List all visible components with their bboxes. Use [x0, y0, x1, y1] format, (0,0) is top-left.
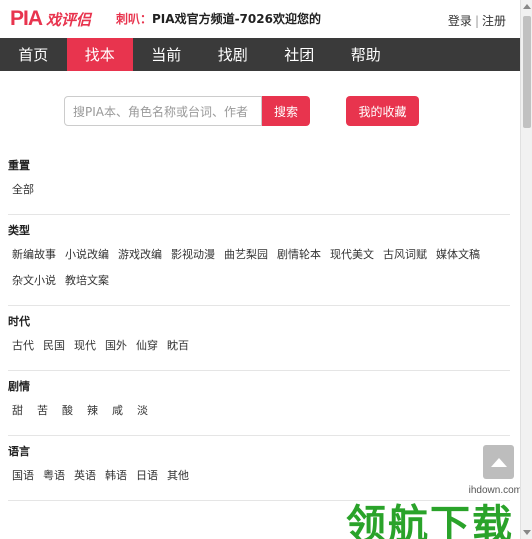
nav-item-find-drama[interactable]: 找剧 — [200, 38, 267, 71]
filter-option[interactable]: 英语 — [74, 466, 96, 486]
announcement-marquee[interactable]: 刺叭：PIA戏官方频道-7026欢迎您的 — [116, 10, 326, 27]
filter-option[interactable]: 咸 — [112, 401, 123, 421]
filter-title: 重置 — [8, 159, 30, 172]
filter-option[interactable]: 仙穿 — [136, 336, 158, 356]
vertical-scrollbar[interactable] — [520, 0, 532, 539]
search-input[interactable]: 搜PIA本、角色名称或台词、作者 — [64, 96, 262, 126]
auth-separator: | — [474, 14, 479, 28]
nav-item-club[interactable]: 社团 — [266, 38, 333, 71]
filter-option[interactable]: 古代 — [12, 336, 34, 356]
marquee-message: PIA戏官方频道-7026欢迎您的 — [152, 12, 321, 26]
filter-option[interactable]: 曲艺梨园 — [224, 245, 268, 265]
nav-item-home[interactable]: 首页 — [0, 38, 67, 71]
back-to-top-button[interactable] — [483, 445, 514, 479]
login-link[interactable]: 登录 — [448, 14, 472, 28]
filter-option[interactable]: 酸 — [62, 401, 73, 421]
filter-option[interactable]: 国语 — [12, 466, 34, 486]
filter-title: 类型 — [8, 224, 30, 237]
filter-title: 时代 — [8, 315, 30, 328]
filter-option[interactable]: 全部 — [12, 180, 34, 200]
filter-option[interactable]: 辣 — [87, 401, 98, 421]
filter-option[interactable]: 韩语 — [105, 466, 127, 486]
filter-option[interactable]: 眈百 — [167, 336, 189, 356]
filter-group-plot: 剧情 甜 苦 酸 辣 咸 淡 — [8, 371, 510, 436]
filter-option[interactable]: 日语 — [136, 466, 158, 486]
site-logo[interactable]: PIA 戏评侣 — [10, 6, 91, 32]
marquee-label: 刺叭： — [116, 12, 153, 26]
filter-title: 剧情 — [8, 380, 30, 393]
filter-option[interactable]: 影视动漫 — [171, 245, 215, 265]
filter-option[interactable]: 教培文案 — [65, 271, 109, 291]
filter-title: 语言 — [8, 445, 30, 458]
filter-option[interactable]: 古风词赋 — [383, 245, 427, 265]
watermark-text: 领航下载 — [346, 502, 514, 539]
filter-option[interactable]: 其他 — [167, 466, 189, 486]
filter-option[interactable]: 粤语 — [43, 466, 65, 486]
filter-group-type: 类型 新编故事 小说改编 游戏改编 影视动漫 曲艺梨园 剧情轮本 现代美文 古风… — [8, 215, 510, 306]
filter-option[interactable]: 杂文小说 — [12, 271, 56, 291]
search-row: 搜PIA本、角色名称或台词、作者 搜索 我的收藏 — [0, 96, 520, 126]
filter-option[interactable]: 现代 — [74, 336, 96, 356]
filter-option[interactable]: 剧情轮本 — [277, 245, 321, 265]
scrollbar-thumb[interactable] — [523, 16, 531, 128]
filter-group-reset: 重置 全部 — [8, 150, 510, 215]
scroll-up-icon[interactable] — [523, 4, 531, 9]
filter-group-era: 时代 古代 民国 现代 国外 仙穿 眈百 — [8, 306, 510, 371]
nav-item-help[interactable]: 帮助 — [333, 38, 400, 71]
filter-option[interactable]: 现代美文 — [330, 245, 374, 265]
filter-option[interactable]: 民国 — [43, 336, 65, 356]
filter-option[interactable]: 小说改编 — [65, 245, 109, 265]
top-header: PIA 戏评侣 刺叭：PIA戏官方频道-7026欢迎您的 登录 | 注册 — [0, 0, 520, 38]
auth-links: 登录 | 注册 — [448, 12, 506, 29]
search-button[interactable]: 搜索 — [262, 96, 310, 126]
logo-cn-text: 戏评侣 — [46, 10, 92, 29]
filter-panel: 重置 全部 类型 新编故事 小说改编 游戏改编 影视动漫 曲艺梨园 剧情轮本 现… — [0, 150, 520, 501]
filter-option[interactable]: 甜 — [12, 401, 23, 421]
watermark: ihdown.com 领航下载 — [346, 480, 526, 539]
filter-option[interactable]: 新编故事 — [12, 245, 56, 265]
logo-pia-text: PIA — [10, 7, 43, 30]
arrow-up-icon — [490, 457, 507, 467]
filter-option[interactable]: 媒体文稿 — [436, 245, 480, 265]
register-link[interactable]: 注册 — [482, 14, 506, 28]
scroll-down-icon[interactable] — [523, 530, 531, 535]
filter-option[interactable]: 游戏改编 — [118, 245, 162, 265]
my-favorites-button[interactable]: 我的收藏 — [346, 96, 419, 126]
filter-option[interactable]: 苦 — [37, 401, 48, 421]
nav-item-find-script[interactable]: 找本 — [66, 38, 133, 71]
main-nav: 首页 找本 当前 找剧 社团 帮助 — [0, 38, 520, 71]
nav-item-current[interactable]: 当前 — [133, 38, 200, 71]
filter-option[interactable]: 淡 — [137, 401, 148, 421]
filter-option[interactable]: 国外 — [105, 336, 127, 356]
